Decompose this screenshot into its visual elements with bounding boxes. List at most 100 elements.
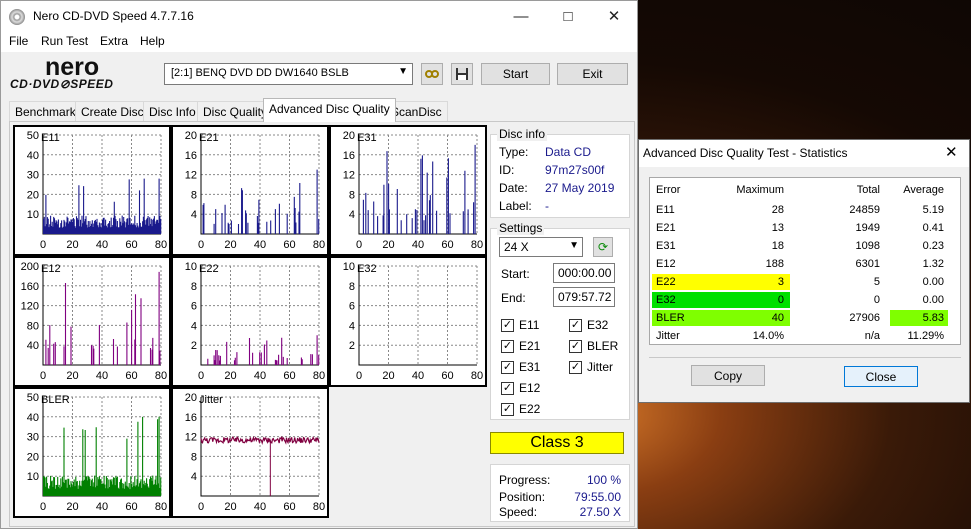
- tab-disc-info[interactable]: Disc Info: [143, 101, 202, 122]
- close-icon[interactable]: ✕: [591, 1, 637, 32]
- x-tick-label: 40: [254, 370, 266, 382]
- table-cell: 1.32: [922, 258, 944, 270]
- y-tick-label: 20: [185, 130, 197, 142]
- y-tick-label: 12: [343, 170, 355, 182]
- y-tick-label: 2: [191, 340, 197, 352]
- x-tick-label: 40: [96, 239, 108, 251]
- chart-jitter: 4 8 12 16 20 0 20 40 60 80 Jitter: [171, 387, 329, 518]
- start-label: Start:: [501, 267, 530, 281]
- tab-disc-quality[interactable]: Disc Quality: [197, 101, 274, 122]
- speed-select[interactable]: 24 X ▼: [499, 237, 583, 257]
- x-tick-label: 80: [155, 370, 167, 382]
- column-header: Average: [903, 184, 944, 196]
- menu-help[interactable]: Help: [140, 34, 165, 48]
- table-cell: E21: [656, 222, 676, 234]
- checkbox-label: E11: [519, 318, 540, 332]
- statistics-table: Error Maximum Total Average E11 28 24859 5.19 E2…: [649, 177, 961, 345]
- checkbox-e31[interactable]: ✓: [501, 361, 514, 374]
- menu-run-test[interactable]: Run Test: [41, 34, 88, 48]
- y-tick-label: 8: [349, 281, 355, 293]
- close-button[interactable]: Close: [844, 366, 918, 387]
- refresh-button[interactable]: ⟳: [593, 237, 613, 257]
- chevron-down-icon: ▼: [569, 240, 579, 251]
- chart-title: BLER: [41, 394, 70, 406]
- checkbox-e32[interactable]: ✓: [569, 319, 582, 332]
- checkbox-bler[interactable]: ✓: [569, 340, 582, 353]
- table-cell: 13: [771, 222, 784, 234]
- minimize-icon[interactable]: —: [498, 1, 544, 32]
- tab-benchmark[interactable]: Benchmark: [9, 101, 82, 122]
- x-tick-label: 80: [471, 239, 483, 251]
- y-tick-label: 12: [185, 170, 197, 182]
- type-value: Data CD: [545, 145, 592, 159]
- checkbox-e12[interactable]: ✓: [501, 382, 514, 395]
- checkbox-label: E12: [519, 381, 541, 395]
- table-cell: 1098: [855, 240, 880, 252]
- progress-group: Progress: 100 % Position: 79:55.00 Speed…: [490, 464, 630, 522]
- statistics-title: Advanced Disc Quality Test - Statistics: [643, 146, 848, 160]
- y-tick-label: 40: [27, 412, 39, 424]
- cd-dvd-speed-logo: CD·DVD⊘SPEED: [10, 77, 114, 91]
- x-tick-label: 40: [412, 239, 424, 251]
- checkbox-label: E31: [519, 360, 541, 374]
- y-tick-label: 40: [27, 150, 39, 162]
- link-icon: [425, 70, 439, 78]
- y-tick-label: 160: [21, 281, 39, 293]
- y-tick-label: 4: [349, 320, 355, 332]
- start-input[interactable]: 000:00.00: [553, 263, 615, 283]
- checkbox-e11[interactable]: ✓: [501, 319, 514, 332]
- speed-label: Speed:: [499, 505, 538, 519]
- close-icon[interactable]: ✕: [945, 143, 958, 161]
- menu-file[interactable]: File: [9, 34, 28, 48]
- y-tick-label: 80: [27, 320, 39, 332]
- column-header: Total: [856, 184, 880, 196]
- tab-create-disc[interactable]: Create Disc: [75, 101, 150, 122]
- table-cell: 5.83: [922, 312, 944, 324]
- x-tick-label: 20: [66, 501, 78, 513]
- start-button[interactable]: Start: [481, 63, 550, 85]
- x-tick-label: 0: [40, 501, 46, 513]
- table-cell: E11: [656, 204, 675, 216]
- y-tick-label: 10: [343, 261, 355, 273]
- table-cell: 18: [771, 240, 784, 252]
- table-cell: 28: [771, 204, 784, 216]
- series-e21: [202, 169, 320, 234]
- x-tick-label: 60: [441, 370, 453, 382]
- end-input[interactable]: 079:57.72: [553, 287, 615, 307]
- progress-label: Progress:: [499, 473, 551, 487]
- table-cell: 0: [873, 294, 880, 306]
- table-cell: 24859: [849, 204, 880, 216]
- y-tick-label: 10: [27, 209, 39, 221]
- chart-title: E12: [41, 263, 61, 275]
- date-value: 27 May 2019: [545, 181, 615, 195]
- drive-select[interactable]: [2:1] BENQ DVD DD DW1640 BSLB ▼: [164, 63, 413, 85]
- drive-info-button[interactable]: [421, 63, 443, 85]
- x-tick-label: 60: [125, 370, 137, 382]
- maximize-icon[interactable]: □: [545, 1, 591, 32]
- checkbox-label: E22: [519, 402, 541, 416]
- y-tick-label: 12: [185, 432, 197, 444]
- copy-button[interactable]: Copy: [691, 365, 765, 386]
- speed-value: 27.50 X: [579, 505, 621, 519]
- table-cell: 5.19: [922, 204, 944, 216]
- checkbox-jitter[interactable]: ✓: [569, 361, 582, 374]
- save-button[interactable]: [451, 63, 473, 85]
- label-value: -: [545, 199, 549, 213]
- exit-button[interactable]: Exit: [557, 63, 628, 85]
- table-cell: BLER: [656, 312, 685, 324]
- x-tick-label: 20: [66, 370, 78, 382]
- tab-advanced-disc-quality[interactable]: Advanced Disc Quality: [263, 98, 396, 122]
- x-tick-label: 40: [96, 501, 108, 513]
- checkbox-e21[interactable]: ✓: [501, 340, 514, 353]
- checkbox-e22[interactable]: ✓: [501, 403, 514, 416]
- table-cell: 0.41: [922, 222, 944, 234]
- chevron-down-icon: ▼: [398, 66, 408, 77]
- drive-select-value: [2:1] BENQ DVD DD DW1640 BSLB: [171, 67, 349, 79]
- menu-extra[interactable]: Extra: [100, 34, 128, 48]
- x-tick-label: 60: [441, 239, 453, 251]
- series-e22: [207, 335, 320, 365]
- title-bar: Nero CD-DVD Speed 4.7.7.16 — □ ✕: [1, 1, 637, 32]
- id-label: ID:: [499, 163, 515, 177]
- checkbox-label: BLER: [587, 339, 619, 353]
- position-value: 79:55.00: [574, 490, 621, 504]
